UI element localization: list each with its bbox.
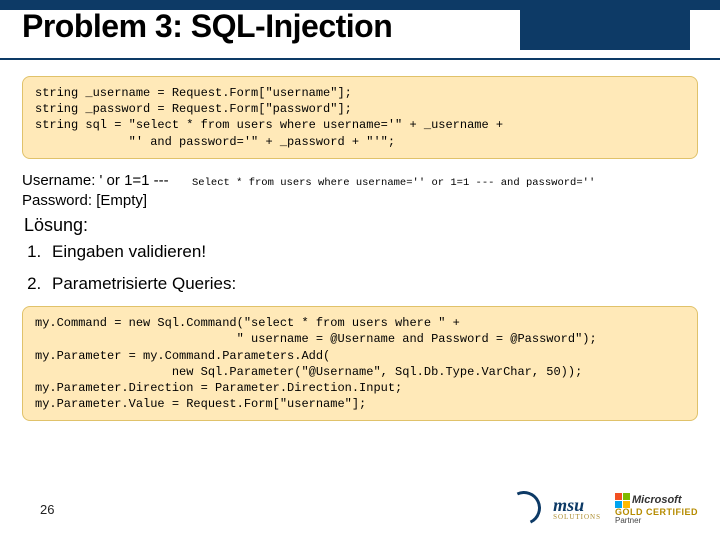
slide: Problem 3: SQL-Injection string _usernam… — [0, 0, 720, 540]
footer: 26 msu SOLUTIONS Microsoft GOLD CERTIFIE… — [0, 484, 720, 534]
resulting-sql: Select * from users where username='' or… — [192, 171, 595, 189]
page-number: 26 — [40, 502, 54, 517]
slide-body: string _username = Request.Form["usernam… — [0, 60, 720, 421]
page-title: Problem 3: SQL-Injection — [22, 8, 392, 45]
code-block-vulnerable: string _username = Request.Form["usernam… — [22, 76, 698, 159]
msu-swoosh-icon — [503, 495, 547, 523]
logo-row: msu SOLUTIONS Microsoft GOLD CERTIFIED P… — [503, 493, 698, 525]
solution-heading: Lösung: — [24, 215, 696, 236]
msu-name: msu — [553, 497, 601, 513]
password-example: Password: [Empty] — [22, 191, 182, 211]
username-example: Username: ' or 1=1 --- — [22, 171, 182, 191]
microsoft-partner-logo: Microsoft GOLD CERTIFIED Partner — [615, 493, 698, 525]
msu-tagline: SOLUTIONS — [553, 513, 601, 521]
microsoft-flag-icon — [615, 493, 630, 508]
title-bar: Problem 3: SQL-Injection — [0, 0, 720, 60]
example-input-labels: Username: ' or 1=1 --- Password: [Empty] — [22, 171, 182, 212]
example-input-row: Username: ' or 1=1 --- Password: [Empty]… — [22, 171, 698, 212]
code-block-parameterized: my.Command = new Sql.Command("select * f… — [22, 306, 698, 421]
accent-box — [520, 10, 690, 50]
solution-item-validate: Eingaben validieren! — [46, 242, 702, 262]
microsoft-partner-label: Partner — [615, 517, 698, 525]
solution-item-parameterized: Parametrisierte Queries: — [46, 274, 702, 294]
solution-list: Eingaben validieren! Parametrisierte Que… — [46, 242, 702, 294]
title-underline — [0, 58, 720, 60]
msu-logo: msu SOLUTIONS — [503, 495, 601, 523]
microsoft-wordmark: Microsoft — [632, 495, 682, 506]
